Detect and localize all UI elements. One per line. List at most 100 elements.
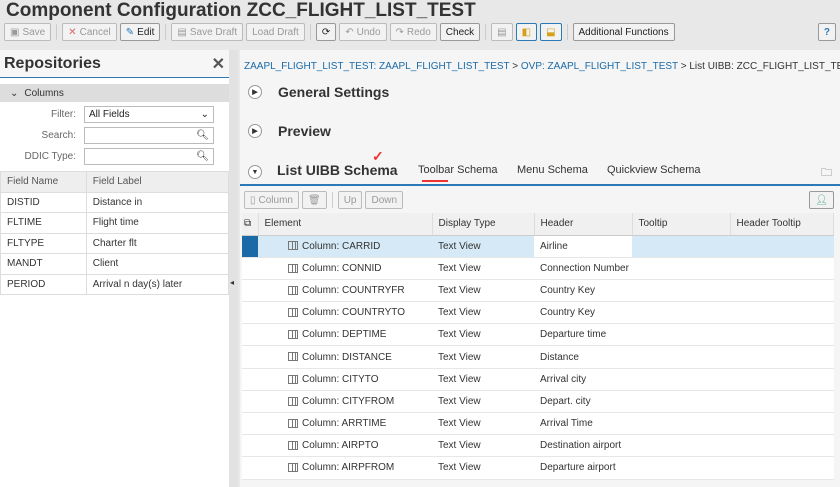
breadcrumb: ZAAPL_FLIGHT_LIST_TEST: ZAAPL_FLIGHT_LIS…: [244, 61, 840, 72]
additional-functions-button[interactable]: Additional Functions: [572, 23, 675, 41]
repositories-title: Repositories: [4, 54, 101, 72]
field-row[interactable]: FLTIME Flight time: [0, 212, 230, 234]
field-row[interactable]: MANDT Client: [0, 253, 230, 275]
schema-toolbar: ▯ Column 🗑︎ Up Down 👤︎: [244, 190, 834, 210]
filter-select[interactable]: All Fields ⌄: [84, 106, 214, 123]
add-icon: ▯: [250, 194, 256, 206]
search-input[interactable]: 🔍︎: [84, 127, 214, 144]
columns-section-toggle[interactable]: ⌄ Columns: [0, 84, 229, 102]
row-selector[interactable]: [242, 412, 258, 436]
row-selector[interactable]: [242, 345, 258, 369]
page-title: Component Configuration ZCC_FLIGHT_LIST_…: [6, 0, 476, 21]
search-icon[interactable]: 🔍︎: [196, 151, 209, 162]
refresh-button[interactable]: ⟳: [315, 23, 337, 41]
table-row[interactable]: Column: CONNID Text View Connection Number: [242, 257, 834, 280]
table-row[interactable]: Column: COUNTRYTO Text View Country Key: [242, 301, 834, 325]
table-row[interactable]: Column: DEPTIME Text View Departure time: [242, 323, 834, 347]
table-row[interactable]: Column: CARRID Text View Airline: [242, 235, 834, 258]
field-row[interactable]: DISTID Distance in: [0, 191, 230, 213]
draft-icon: ▤: [177, 26, 187, 38]
panel-bottom-icon: ⬓: [546, 26, 556, 38]
down-button[interactable]: Down: [365, 191, 404, 209]
table-row[interactable]: Column: ARRTIME Text View Arrival Time: [242, 412, 834, 436]
row-selector[interactable]: [242, 390, 258, 414]
undo-button[interactable]: ↶ Undo: [339, 23, 387, 41]
delete-button[interactable]: 🗑︎: [301, 191, 327, 209]
help-icon: ?: [823, 26, 830, 38]
user-settings-icon: 👤︎: [815, 194, 828, 206]
column-icon: [288, 463, 298, 473]
column-icon: [288, 285, 298, 295]
panel-splitter[interactable]: ◂: [229, 50, 238, 487]
configuration-area: ZAAPL_FLIGHT_LIST_TEST: ZAAPL_FLIGHT_LIS…: [240, 50, 840, 487]
cancel-button[interactable]: ✕ Cancel: [62, 23, 117, 41]
column-icon: [288, 441, 298, 451]
row-selector[interactable]: [242, 301, 258, 325]
redo-icon: ↷: [395, 26, 404, 38]
redo-button[interactable]: ↷ Redo: [389, 23, 437, 41]
breadcrumb-link[interactable]: OVP: ZAAPL_FLIGHT_LIST_TEST: [521, 61, 678, 72]
column-icon: [288, 396, 298, 406]
expand-icon: ▶: [248, 85, 262, 99]
load-draft-button[interactable]: Load Draft: [246, 23, 305, 41]
column-icon: [288, 330, 298, 340]
underline-annotation: [422, 180, 448, 182]
column-icon: [288, 241, 298, 251]
tab-toolbar-schema[interactable]: Toolbar Schema: [418, 164, 498, 176]
save-icon: ▣: [10, 26, 20, 38]
table-row[interactable]: Column: DISTANCE Text View Distance: [242, 345, 834, 369]
pencil-icon: ✎: [125, 26, 135, 38]
row-selector[interactable]: [242, 434, 258, 458]
table-row[interactable]: Column: CITYTO Text View Arrival city: [242, 368, 834, 391]
row-selector[interactable]: [242, 323, 258, 347]
chevron-down-icon: ⌄: [10, 87, 19, 99]
table-row[interactable]: Column: AIRPFROM Text View Departure airpo…: [242, 456, 834, 480]
select-all-icon[interactable]: ⧉: [242, 213, 259, 236]
up-button[interactable]: Up: [337, 191, 363, 209]
trash-icon: 🗑︎: [307, 194, 321, 206]
bottom-panel-toggle[interactable]: ⬓: [540, 23, 562, 41]
row-selector[interactable]: [242, 368, 258, 391]
layout-icon-button[interactable]: ▤: [491, 23, 513, 41]
save-draft-button[interactable]: ▤ Save Draft: [171, 23, 244, 41]
tab-quickview-schema[interactable]: Quickview Schema: [607, 164, 701, 176]
edit-button[interactable]: ✎ Edit: [119, 23, 161, 41]
breadcrumb-link[interactable]: ZAAPL_FLIGHT_LIST_TEST: ZAAPL_FLIGHT_LIS…: [244, 61, 509, 72]
layout-icon: ▤: [497, 26, 507, 38]
undo-icon: ↶: [345, 26, 354, 38]
check-button[interactable]: Check: [439, 23, 481, 41]
left-panel-toggle[interactable]: ◧: [515, 23, 538, 41]
field-row[interactable]: FLTYPE Charter flt: [0, 232, 230, 254]
breadcrumb-current: List UIBB: ZCC_FLIGHT_LIST_TEST: [689, 61, 840, 72]
general-settings-section[interactable]: ▶ General Settings: [248, 84, 389, 100]
column-icon: [288, 374, 298, 384]
row-selector[interactable]: [242, 257, 258, 280]
field-row[interactable]: PERIOD Arrival n day(s) later: [0, 273, 230, 295]
save-button[interactable]: ▣ Save: [4, 23, 52, 41]
repositories-panel: Repositories ✕ ⌄ Columns Filter: All Fields…: [0, 50, 230, 487]
column-icon: [288, 352, 298, 362]
search-icon[interactable]: 🔍︎: [196, 130, 209, 141]
close-icon[interactable]: ✕: [212, 54, 225, 74]
expand-icon: ▶: [248, 124, 262, 138]
table-row[interactable]: Column: AIRPTO Text View Destination airpo…: [242, 434, 834, 458]
table-row[interactable]: Column: COUNTRYFR Text View Country Key: [242, 279, 834, 303]
folder-icon[interactable]: 🗀: [821, 164, 832, 183]
tab-menu-schema[interactable]: Menu Schema: [517, 164, 588, 176]
personalize-button[interactable]: 👤︎: [809, 191, 834, 209]
row-selector[interactable]: [242, 279, 258, 303]
schema-tabs: ▼ List UIBB Schema ✓ Toolbar Schema Menu…: [240, 148, 840, 186]
chevron-down-icon: ⌄: [200, 109, 209, 120]
fields-table: Field Name Field Label DISTID Distance in F…: [0, 171, 230, 295]
preview-section[interactable]: ▶ Preview: [248, 123, 331, 139]
add-column-button[interactable]: ▯ Column: [244, 191, 299, 209]
ddic-type-input[interactable]: 🔍︎: [84, 148, 214, 165]
table-row[interactable]: Column: CITYFROM Text View Depart. city: [242, 390, 834, 414]
panel-left-icon: ◧: [521, 26, 532, 38]
help-button[interactable]: ?: [817, 23, 836, 41]
main-toolbar: ▣ Save ✕ Cancel ✎ Edit ▤ Save Draft Load Dra…: [4, 22, 840, 42]
row-selector[interactable]: [242, 456, 258, 480]
collapse-icon[interactable]: ▼: [248, 165, 262, 179]
column-icon: [288, 308, 298, 318]
row-selector[interactable]: [242, 235, 258, 258]
